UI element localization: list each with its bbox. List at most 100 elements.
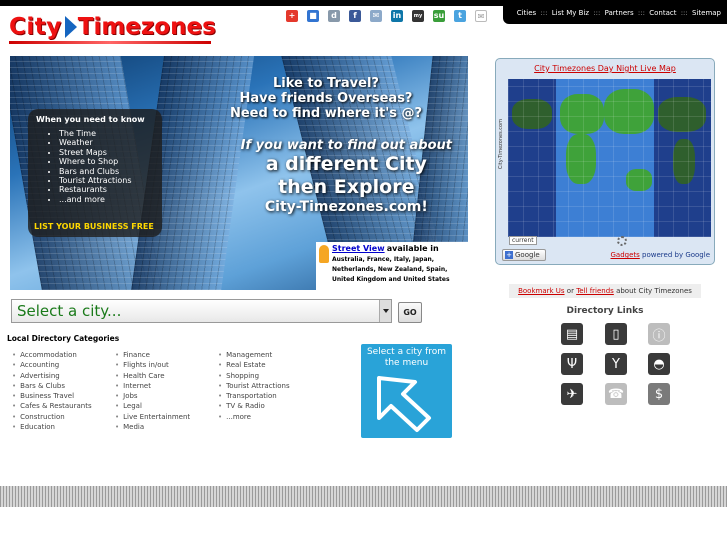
phone-handset-icon[interactable]: ☎ (605, 383, 627, 405)
digg-icon[interactable]: d (328, 10, 340, 22)
info-icon[interactable]: ⓘ (648, 323, 670, 345)
directory-link[interactable]: Advertising (12, 371, 92, 381)
directory-link[interactable]: Live Entertainment (115, 412, 190, 422)
directory-link[interactable]: Management (218, 350, 290, 360)
directory-link[interactable]: Internet (115, 381, 190, 391)
directory-link[interactable]: Accommodation (12, 350, 92, 360)
shop-icon[interactable]: ▤ (561, 323, 583, 345)
top-links: Cities ::: List My Biz ::: Partners ::: … (502, 6, 727, 24)
bookmark-bar: Bookmark Us or Tell friends about City T… (509, 284, 701, 298)
when-box-item: Tourist Attractions (59, 176, 154, 185)
directory-link[interactable]: Accounting (12, 360, 92, 370)
top-link-separator: ::: (593, 9, 601, 17)
top-link-separator: ::: (540, 9, 548, 17)
directory-link[interactable]: Flights in/out (115, 360, 190, 370)
tell-friends-link[interactable]: Tell friends (576, 287, 614, 295)
top-link-sitemap[interactable]: Sitemap (692, 9, 721, 17)
select-city-hint-box: Select a city from the menu (361, 344, 452, 438)
banner-headline-line: Have friends Overseas? (239, 91, 413, 106)
city-select-placeholder: Select a city... (17, 302, 122, 320)
directory-link[interactable]: Bars & Clubs (12, 381, 92, 391)
car-icon[interactable]: ◓ (648, 353, 670, 375)
directory-link[interactable]: Media (115, 422, 190, 432)
directory-link[interactable]: Cafes & Restaurants (12, 401, 91, 411)
directory-column-3: Management Real Estate Shopping Tourist … (218, 350, 290, 422)
logo-word-timezones: Timezones (77, 14, 216, 40)
linkedin-icon[interactable]: in (391, 10, 403, 22)
directory-link[interactable]: Education (12, 422, 92, 432)
dollar-icon[interactable]: $ (648, 383, 670, 405)
restaurant-icon[interactable]: Ψ (561, 353, 583, 375)
map-title-link[interactable]: City Timezones Day Night Live Map (496, 64, 714, 73)
myspace-icon[interactable]: my (412, 10, 424, 22)
page: Cities ::: List My Biz ::: Partners ::: … (0, 0, 727, 545)
select-city-hint-text: Select a city from the menu (366, 347, 447, 368)
logo-word-city: City (9, 14, 62, 40)
phone-icon[interactable]: ▯ (605, 323, 627, 345)
directory-link[interactable]: Business Travel (12, 391, 92, 401)
directory-column-1: Accommodation Accounting Advertising Bar… (12, 350, 92, 432)
bookmark-link[interactable]: Bookmark Us (518, 287, 564, 295)
map-loading-icon (617, 236, 627, 246)
directory-link[interactable]: Transportation (218, 391, 290, 401)
city-select[interactable]: Select a city... (11, 299, 392, 323)
directory-link[interactable]: Shopping (218, 371, 290, 381)
cocktail-icon[interactable]: Y (605, 353, 627, 375)
banner-headline-line: Need to find where it's @? (229, 106, 422, 121)
directory-column-2: Finance Flights in/out Health Care Inter… (115, 350, 190, 432)
local-directory-title: Local Directory Categories (7, 334, 120, 343)
mail-icon[interactable]: ✉ (475, 10, 487, 22)
top-link-separator: ::: (637, 9, 645, 17)
directory-link[interactable]: Construction (12, 412, 92, 422)
top-link-partners[interactable]: Partners (605, 9, 634, 17)
add-to-google-button[interactable]: + Google (502, 249, 546, 261)
day-night-map-panel: City Timezones Day Night Live Map City-T… (495, 58, 715, 265)
site-logo[interactable]: City Timezones (9, 12, 216, 44)
airplane-icon[interactable]: ✈ (561, 383, 583, 405)
street-view-box: Street View available in Australia, Fran… (316, 242, 468, 290)
bookmark-or-text: or (566, 287, 574, 295)
directory-link[interactable]: ...more (218, 412, 290, 422)
email-icon[interactable]: ✉ (370, 10, 382, 22)
banner-headline-line: Like to Travel? (273, 76, 379, 91)
list-business-cta[interactable]: LIST YOUR BUSINESS FREE (34, 222, 154, 231)
banner-explore-line: City-Timezones.com! (264, 199, 428, 215)
top-link-list-my-biz[interactable]: List My Biz (552, 9, 589, 17)
footer-bar (0, 486, 727, 507)
directory-link[interactable]: Health Care (115, 371, 190, 381)
when-box-item: Weather (59, 138, 154, 147)
map-vertical-credit: City-Timezones.com (498, 119, 504, 170)
gadgets-credit: Gadgets powered by Google (611, 251, 711, 259)
banner-headline: Like to Travel? Have friends Overseas? N… (230, 76, 422, 121)
directory-link[interactable]: TV & Radio (218, 401, 290, 411)
directory-link[interactable]: Jobs (115, 391, 190, 401)
bookmark-suffix-text: about City Timezones (616, 287, 692, 295)
street-view-available-text: available in (386, 244, 439, 253)
facebook-icon[interactable]: f (349, 10, 361, 22)
go-button[interactable]: GO (398, 302, 422, 323)
street-view-countries: Australia, France, Italy, Japan, Netherl… (332, 256, 450, 283)
pegman-icon (319, 245, 329, 263)
top-link-contact[interactable]: Contact (649, 9, 676, 17)
hero-banner[interactable]: Like to Travel? Have friends Overseas? N… (10, 56, 468, 290)
map-current-button[interactable]: current (509, 236, 537, 245)
top-link-cities[interactable]: Cities (517, 9, 536, 17)
directory-link[interactable]: Finance (115, 350, 190, 360)
when-box-item: ...and more (59, 195, 154, 204)
chevron-down-icon[interactable] (379, 300, 391, 322)
directory-link[interactable]: Tourist Attractions (218, 381, 289, 391)
arrow-up-left-icon (377, 376, 431, 432)
when-box-item: Restaurants (59, 185, 154, 194)
addthis-icon[interactable]: + (286, 10, 298, 22)
directory-link[interactable]: Real Estate (218, 360, 290, 370)
gadgets-link[interactable]: Gadgets (611, 251, 640, 259)
top-link-separator: ::: (680, 9, 688, 17)
twitter-icon[interactable]: t (454, 10, 466, 22)
when-you-need-box: When you need to know The Time Weather S… (28, 109, 162, 237)
street-view-link[interactable]: Street View (332, 244, 385, 253)
stumbleupon-icon[interactable]: su (433, 10, 445, 22)
world-day-night-map[interactable] (508, 79, 711, 237)
delicious-icon[interactable]: ■ (307, 10, 319, 22)
when-box-item: The Time (59, 129, 154, 138)
directory-link[interactable]: Legal (115, 401, 190, 411)
